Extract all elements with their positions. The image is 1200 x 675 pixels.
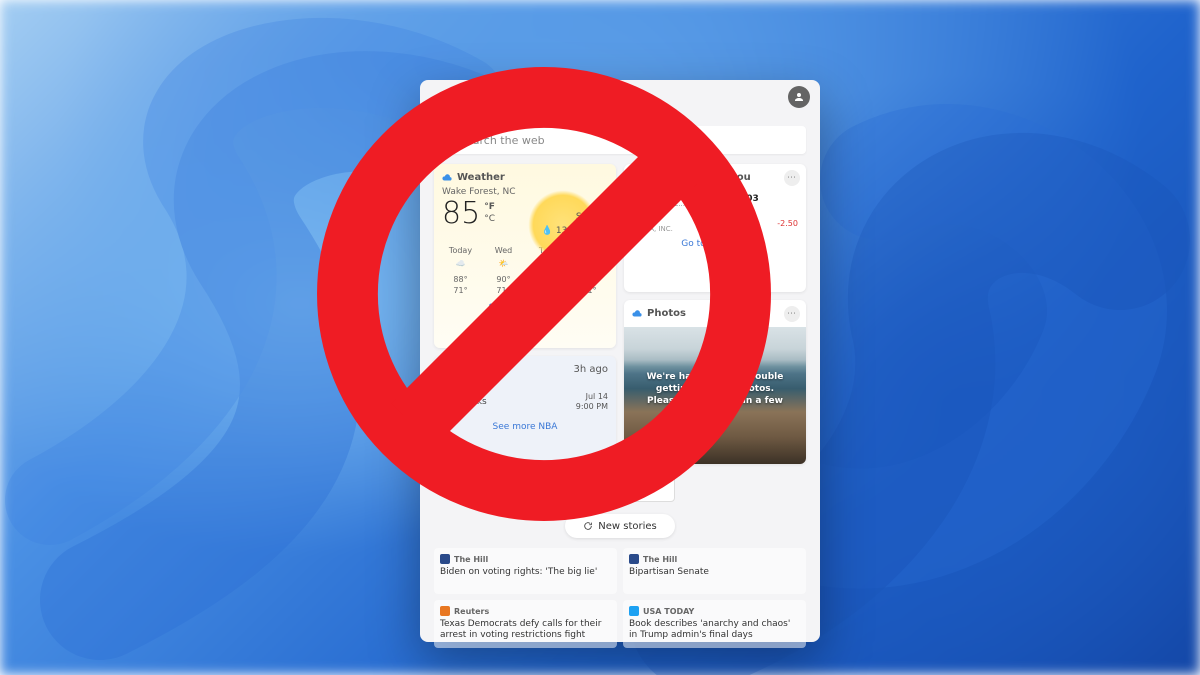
panel-time: 4:34 PM [434, 98, 806, 116]
news-item[interactable]: The Hill Biden on voting rights: 'The bi… [434, 548, 617, 594]
news-feed: The Hill Biden on voting rights: 'The bi… [434, 548, 806, 648]
account-avatar[interactable] [788, 86, 810, 108]
weather-widget[interactable]: Weather Wake Forest, NC 85 °F°C Sunny 💧 … [434, 164, 616, 348]
team-logo-icon [442, 381, 454, 393]
source-icon [629, 606, 639, 616]
weather-condition: Sunny 💧 13% ☀ 26 [542, 210, 604, 239]
refresh-icon [583, 521, 593, 531]
add-widgets-button[interactable]: Add widgets [565, 476, 675, 502]
news-item[interactable]: The Hill Bipartisan Senate [623, 548, 806, 594]
nba-link[interactable]: See more NBA [442, 422, 608, 432]
onedrive-icon [632, 309, 642, 319]
photos-widget[interactable]: ⋯ Photos We're having some trouble getti… [624, 300, 806, 464]
search-input[interactable]: Search the web [434, 126, 806, 154]
weather-forecast-link[interactable]: See full forecast [442, 303, 608, 313]
search-icon [442, 135, 453, 146]
news-item[interactable]: USA TODAY Book describes 'anarchy and ch… [623, 600, 806, 648]
watchlist-link[interactable]: Go to watchlist [632, 239, 798, 249]
more-icon[interactable]: ⋯ [784, 170, 800, 186]
cloud-icon [442, 173, 452, 183]
widgets-panel: 4:34 PM Search the web Weather Wake Fore… [420, 80, 820, 642]
team-logo-icon [442, 396, 454, 408]
nba-widget[interactable]: 🏀 NBA3h ago Suns Bucks Jul 149:00 PM See… [434, 356, 616, 464]
source-icon [440, 554, 450, 564]
stock-row[interactable]: TSLATESLA, INC. 668.54-2.50 [632, 214, 798, 233]
source-icon [629, 554, 639, 564]
photo-placeholder: We're having some trouble getting to you… [624, 327, 806, 464]
stocks-widget[interactable]: ⋯ Suggested for you GMEGAMESTOP C... 180… [624, 164, 806, 292]
source-icon [440, 606, 450, 616]
search-placeholder: Search the web [459, 134, 545, 147]
photos-error-text: We're having some trouble getting to you… [624, 372, 806, 419]
news-item[interactable]: Reuters Texas Democrats defy calls for t… [434, 600, 617, 648]
stock-row[interactable]: GMEGAMESTOP C... 180.03 [632, 189, 798, 208]
person-icon [793, 91, 805, 103]
more-icon[interactable]: ⋯ [784, 306, 800, 322]
weather-temp: 85 [442, 199, 480, 229]
chart-icon [632, 173, 642, 183]
new-stories-button[interactable]: New stories [565, 514, 675, 538]
